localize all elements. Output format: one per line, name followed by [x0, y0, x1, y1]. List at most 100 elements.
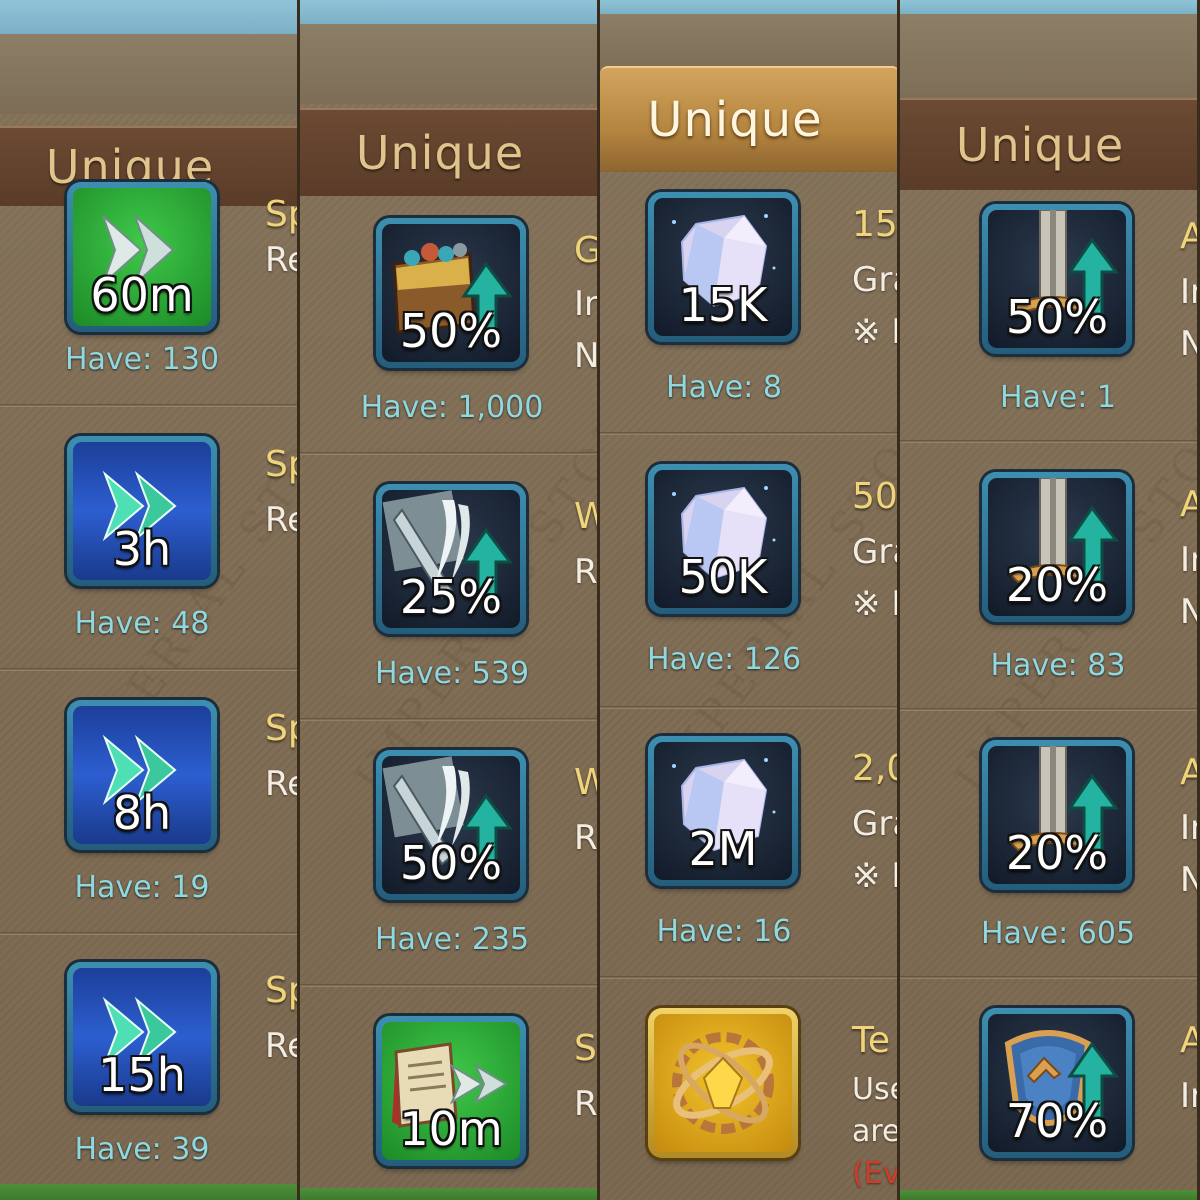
divider — [600, 976, 900, 979]
divider — [300, 452, 600, 455]
item-desc: Gra — [852, 260, 900, 300]
item-title: Te — [852, 1020, 891, 1061]
panel-4: IMPERIAL STORE Unique 50% Have: 1 A Ir N — [900, 0, 1200, 1200]
item-title: A — [1180, 216, 1200, 257]
item-title: 15 — [852, 204, 898, 245]
item-value: 50% — [399, 836, 503, 890]
item-icon[interactable]: 25% — [376, 484, 526, 634]
item-desc: Ir — [574, 284, 599, 324]
item-icon[interactable]: 15h — [67, 962, 217, 1112]
item-value: 70% — [1005, 1094, 1109, 1148]
panel-top-band — [600, 14, 900, 74]
divider — [600, 706, 900, 709]
item-icon[interactable]: 50K — [648, 464, 798, 614]
item-have-count: Have: 235 — [374, 922, 530, 957]
item-desc: Gra — [852, 804, 900, 844]
item-desc: Re — [265, 764, 300, 804]
item-value: 15h — [98, 1048, 186, 1102]
item-icon[interactable]: 8h — [67, 700, 217, 850]
item-desc-line2: are — [852, 1114, 900, 1149]
item-title: Sp — [265, 444, 300, 485]
item-have-count: Have: 130 — [64, 342, 220, 377]
divider — [300, 718, 600, 721]
tab-label: Unique — [955, 118, 1125, 172]
item-title: G — [574, 230, 600, 271]
item-title: 50 — [852, 476, 898, 517]
item-desc: Ir — [1180, 1076, 1200, 1116]
item-value: 20% — [1005, 558, 1109, 612]
item-title: W — [574, 762, 600, 803]
item-have-count: Have: 48 — [74, 606, 210, 641]
tab-unique-active[interactable]: Unique — [600, 66, 900, 172]
panel-top-band — [0, 34, 300, 114]
item-title: W — [574, 496, 600, 537]
item-value: 8h — [112, 786, 172, 840]
item-desc: Re — [265, 500, 300, 540]
item-value: 10m — [399, 1102, 503, 1156]
item-value: 15K — [678, 278, 768, 332]
tab-unique[interactable]: Unique — [900, 98, 1200, 190]
sky-strip — [300, 0, 600, 24]
divider — [0, 932, 300, 935]
item-icon[interactable]: 50% — [376, 218, 526, 368]
divider — [900, 708, 1200, 711]
item-desc-line2: N — [1180, 324, 1200, 364]
item-desc: R — [574, 552, 598, 592]
item-icon[interactable]: 50% — [982, 204, 1132, 354]
item-icon[interactable]: 3h — [67, 436, 217, 586]
item-title: A — [1180, 752, 1200, 793]
divider — [0, 404, 300, 407]
panel-1: IMPERIAL STORE Unique 60m Have: 130 Sp R… — [0, 0, 300, 1200]
item-value: 50K — [678, 550, 768, 604]
item-icon[interactable]: 10m — [376, 1016, 526, 1166]
teleporter-icon — [672, 1032, 774, 1134]
item-icon[interactable]: 20% — [982, 740, 1132, 890]
item-desc-line2: ※ I — [852, 856, 900, 896]
item-icon[interactable]: 50% — [376, 750, 526, 900]
item-value: 50% — [1005, 290, 1109, 344]
item-have-count: Have: 539 — [374, 656, 530, 691]
item-icon[interactable]: 60m — [67, 182, 217, 332]
item-value: 3h — [112, 522, 172, 576]
item-have-count: Have: 19 — [74, 870, 210, 905]
item-have-count: Have: 8 — [666, 370, 782, 405]
item-desc: Ir — [1180, 272, 1200, 312]
item-desc: R — [574, 1084, 598, 1124]
item-icon[interactable]: 15K — [648, 192, 798, 342]
divider — [0, 668, 300, 671]
item-desc: Gra — [852, 532, 900, 572]
item-have-count: Have: 1,000 — [360, 390, 544, 425]
item-have-count: Have: 16 — [656, 914, 792, 949]
item-title: Sp — [265, 970, 300, 1011]
item-have-count: Have: 39 — [74, 1132, 210, 1167]
grass-strip — [0, 1184, 300, 1200]
item-icon[interactable]: 70% — [982, 1008, 1132, 1158]
item-desc-line2: N — [1180, 592, 1200, 632]
panel-3: IMPERIAL STORE Unique 15K Have: 8 15 Gra… — [600, 0, 900, 1200]
tab-label: Unique — [355, 126, 525, 180]
item-desc-line2: ※ I — [852, 584, 900, 624]
item-title: A — [1180, 484, 1200, 525]
tab-unique[interactable]: Unique — [300, 108, 600, 196]
sky-strip — [600, 0, 900, 14]
divider — [300, 984, 600, 987]
divider — [600, 432, 900, 435]
panel-top-band — [300, 24, 600, 104]
divider — [900, 976, 1200, 979]
panel-2: IMPERIAL STORE Unique 50% Have: 1,000 G … — [300, 0, 600, 1200]
item-title: A — [1180, 1020, 1200, 1061]
item-icon[interactable]: 2M — [648, 736, 798, 886]
item-desc: Ir — [1180, 808, 1200, 848]
item-value: 50% — [399, 304, 503, 358]
item-have-count: Have: 1 — [1000, 380, 1116, 415]
item-have-count: Have: 83 — [990, 648, 1126, 683]
item-desc: R — [574, 818, 598, 858]
tab-label: Unique — [647, 92, 823, 148]
item-value: 60m — [90, 268, 194, 322]
item-desc: Ir — [1180, 540, 1200, 580]
item-icon[interactable]: 20% — [982, 472, 1132, 622]
sky-strip — [0, 0, 300, 34]
item-icon[interactable] — [648, 1008, 798, 1158]
item-desc: Use — [852, 1072, 900, 1107]
item-desc-line3: (Ev — [852, 1156, 900, 1191]
